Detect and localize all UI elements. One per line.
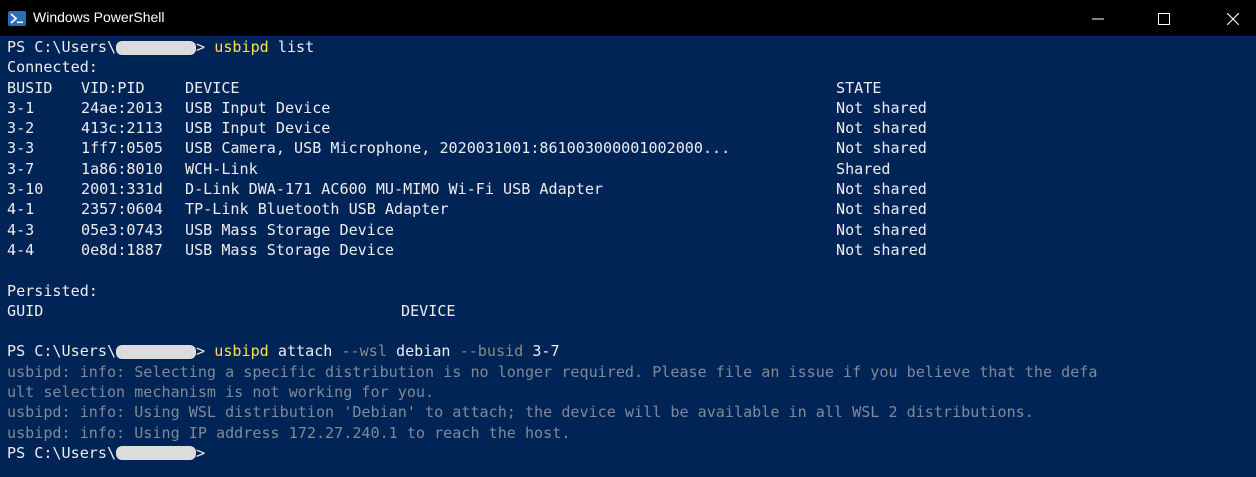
cell-state: Not shared	[836, 180, 927, 199]
cell-state: Not shared	[836, 200, 927, 219]
table-row: 4-4 0e8d:1887 USB Mass Storage Device Not s…	[7, 240, 1256, 260]
terminal-output[interactable]: PS C:\Users\ > usbipd list Connected: BUS…	[0, 37, 1256, 477]
persisted-heading: Persisted:	[7, 281, 98, 300]
persisted-table-header: GUID DEVICE	[7, 301, 1256, 321]
cell-device: USB Mass Storage Device	[185, 240, 395, 259]
command-arg: 3-7	[523, 342, 560, 361]
header-vidpid: VID:PID	[81, 78, 145, 97]
cell-busid: 4-1	[7, 200, 35, 219]
maximize-icon	[1158, 13, 1170, 25]
cell-busid: 3-1	[7, 98, 35, 117]
cell-vidpid: 24ae:2013	[81, 98, 163, 117]
cell-state: Not shared	[836, 98, 927, 117]
cell-busid: 4-3	[7, 220, 35, 239]
minimize-button[interactable]	[1075, 0, 1121, 36]
table-row: 4-1 2357:0604 TP-Link Bluetooth USB Adapte…	[7, 199, 1256, 219]
connected-table-header: BUSID VID:PID DEVICE STATE	[7, 78, 1256, 98]
cell-busid: 3-2	[7, 119, 35, 138]
cell-busid: 3-3	[7, 139, 35, 158]
cell-vidpid: 05e3:0743	[81, 220, 163, 239]
command-param-busid: --busid	[459, 342, 524, 361]
cell-busid: 3-10	[7, 180, 44, 199]
redacted-username	[116, 344, 197, 359]
header-guid: GUID	[7, 301, 44, 320]
command-args: list	[268, 38, 315, 56]
cell-device: USB Mass Storage Device	[185, 220, 395, 239]
command-arg: debian	[386, 342, 460, 361]
command-line-attach: PS C:\Users\ > usbipd attach --wsl debian…	[7, 341, 1256, 361]
cell-vidpid: 1a86:8010	[81, 159, 163, 178]
cell-vidpid: 413c:2113	[81, 119, 163, 138]
powershell-icon	[8, 11, 26, 26]
command-line-prompt[interactable]: PS C:\Users\ >	[7, 443, 1256, 463]
cell-device: USB Input Device	[185, 98, 331, 117]
cell-device: USB Input Device	[185, 119, 331, 138]
cell-vidpid: 1ff7:0505	[81, 139, 163, 158]
header-device: DEVICE	[401, 301, 456, 320]
cell-state: Shared	[836, 159, 891, 178]
table-row: 3-2 413c:2113 USB Input Device Not shared	[7, 118, 1256, 138]
table-row: 3-7 1a86:8010 WCH-Link Shared	[7, 159, 1256, 179]
cell-device: USB Camera, USB Microphone, 2020031001:8…	[185, 139, 731, 158]
close-icon	[1227, 13, 1239, 25]
window-title: Windows PowerShell	[33, 9, 165, 25]
info-line: usbipd: info: Selecting a specific distr…	[7, 362, 1098, 381]
header-device: DEVICE	[185, 78, 240, 97]
redacted-username	[116, 446, 197, 461]
close-button[interactable]	[1210, 0, 1256, 36]
cell-state: Not shared	[836, 119, 927, 138]
prompt-suffix: >	[196, 38, 206, 56]
header-busid: BUSID	[7, 78, 53, 97]
prompt-prefix: PS C:\Users\	[7, 38, 117, 56]
cell-vidpid: 2357:0604	[81, 200, 163, 219]
connected-heading: Connected:	[7, 58, 98, 77]
cell-device: TP-Link Bluetooth USB Adapter	[185, 200, 449, 219]
info-line: usbipd: info: Using IP address 172.27.24…	[7, 423, 571, 442]
table-row: 4-3 05e3:0743 USB Mass Storage Device Not s…	[7, 220, 1256, 240]
info-line: usbipd: info: Using WSL distribution 'De…	[7, 403, 1034, 422]
cell-busid: 3-7	[7, 159, 35, 178]
title-bar: Windows PowerShell	[0, 0, 1256, 36]
command-line-list: PS C:\Users\ > usbipd list	[7, 37, 1256, 57]
table-row: 3-3 1ff7:0505 USB Camera, USB Microphone, …	[7, 138, 1256, 158]
cell-state: Not shared	[836, 139, 927, 158]
cell-device: D-Link DWA-171 AC600 MU-MIMO Wi-Fi USB A…	[185, 180, 604, 199]
command-param-wsl: --wsl	[341, 342, 387, 361]
minimize-icon	[1092, 18, 1104, 20]
cell-busid: 4-4	[7, 240, 35, 259]
cell-state: Not shared	[836, 220, 927, 239]
cell-vidpid: 2001:331d	[81, 180, 163, 199]
maximize-button[interactable]	[1141, 0, 1187, 36]
cell-state: Not shared	[836, 240, 927, 259]
header-state: STATE	[836, 78, 882, 97]
table-row: 3-10 2001:331d D-Link DWA-171 AC600 MU-MIM…	[7, 179, 1256, 199]
command-arg: attach	[268, 342, 342, 361]
command-exe: usbipd	[214, 342, 269, 361]
info-line: ult selection mechanism is not working f…	[7, 383, 435, 402]
prompt-suffix: >	[196, 342, 206, 361]
cell-vidpid: 0e8d:1887	[81, 240, 163, 259]
prompt-suffix: >	[196, 443, 206, 462]
prompt-prefix: PS C:\Users\	[7, 443, 117, 462]
cell-device: WCH-Link	[185, 159, 258, 178]
command-exe: usbipd	[214, 38, 269, 56]
table-row: 3-1 24ae:2013 USB Input Device Not shared	[7, 98, 1256, 118]
redacted-username	[116, 40, 197, 55]
